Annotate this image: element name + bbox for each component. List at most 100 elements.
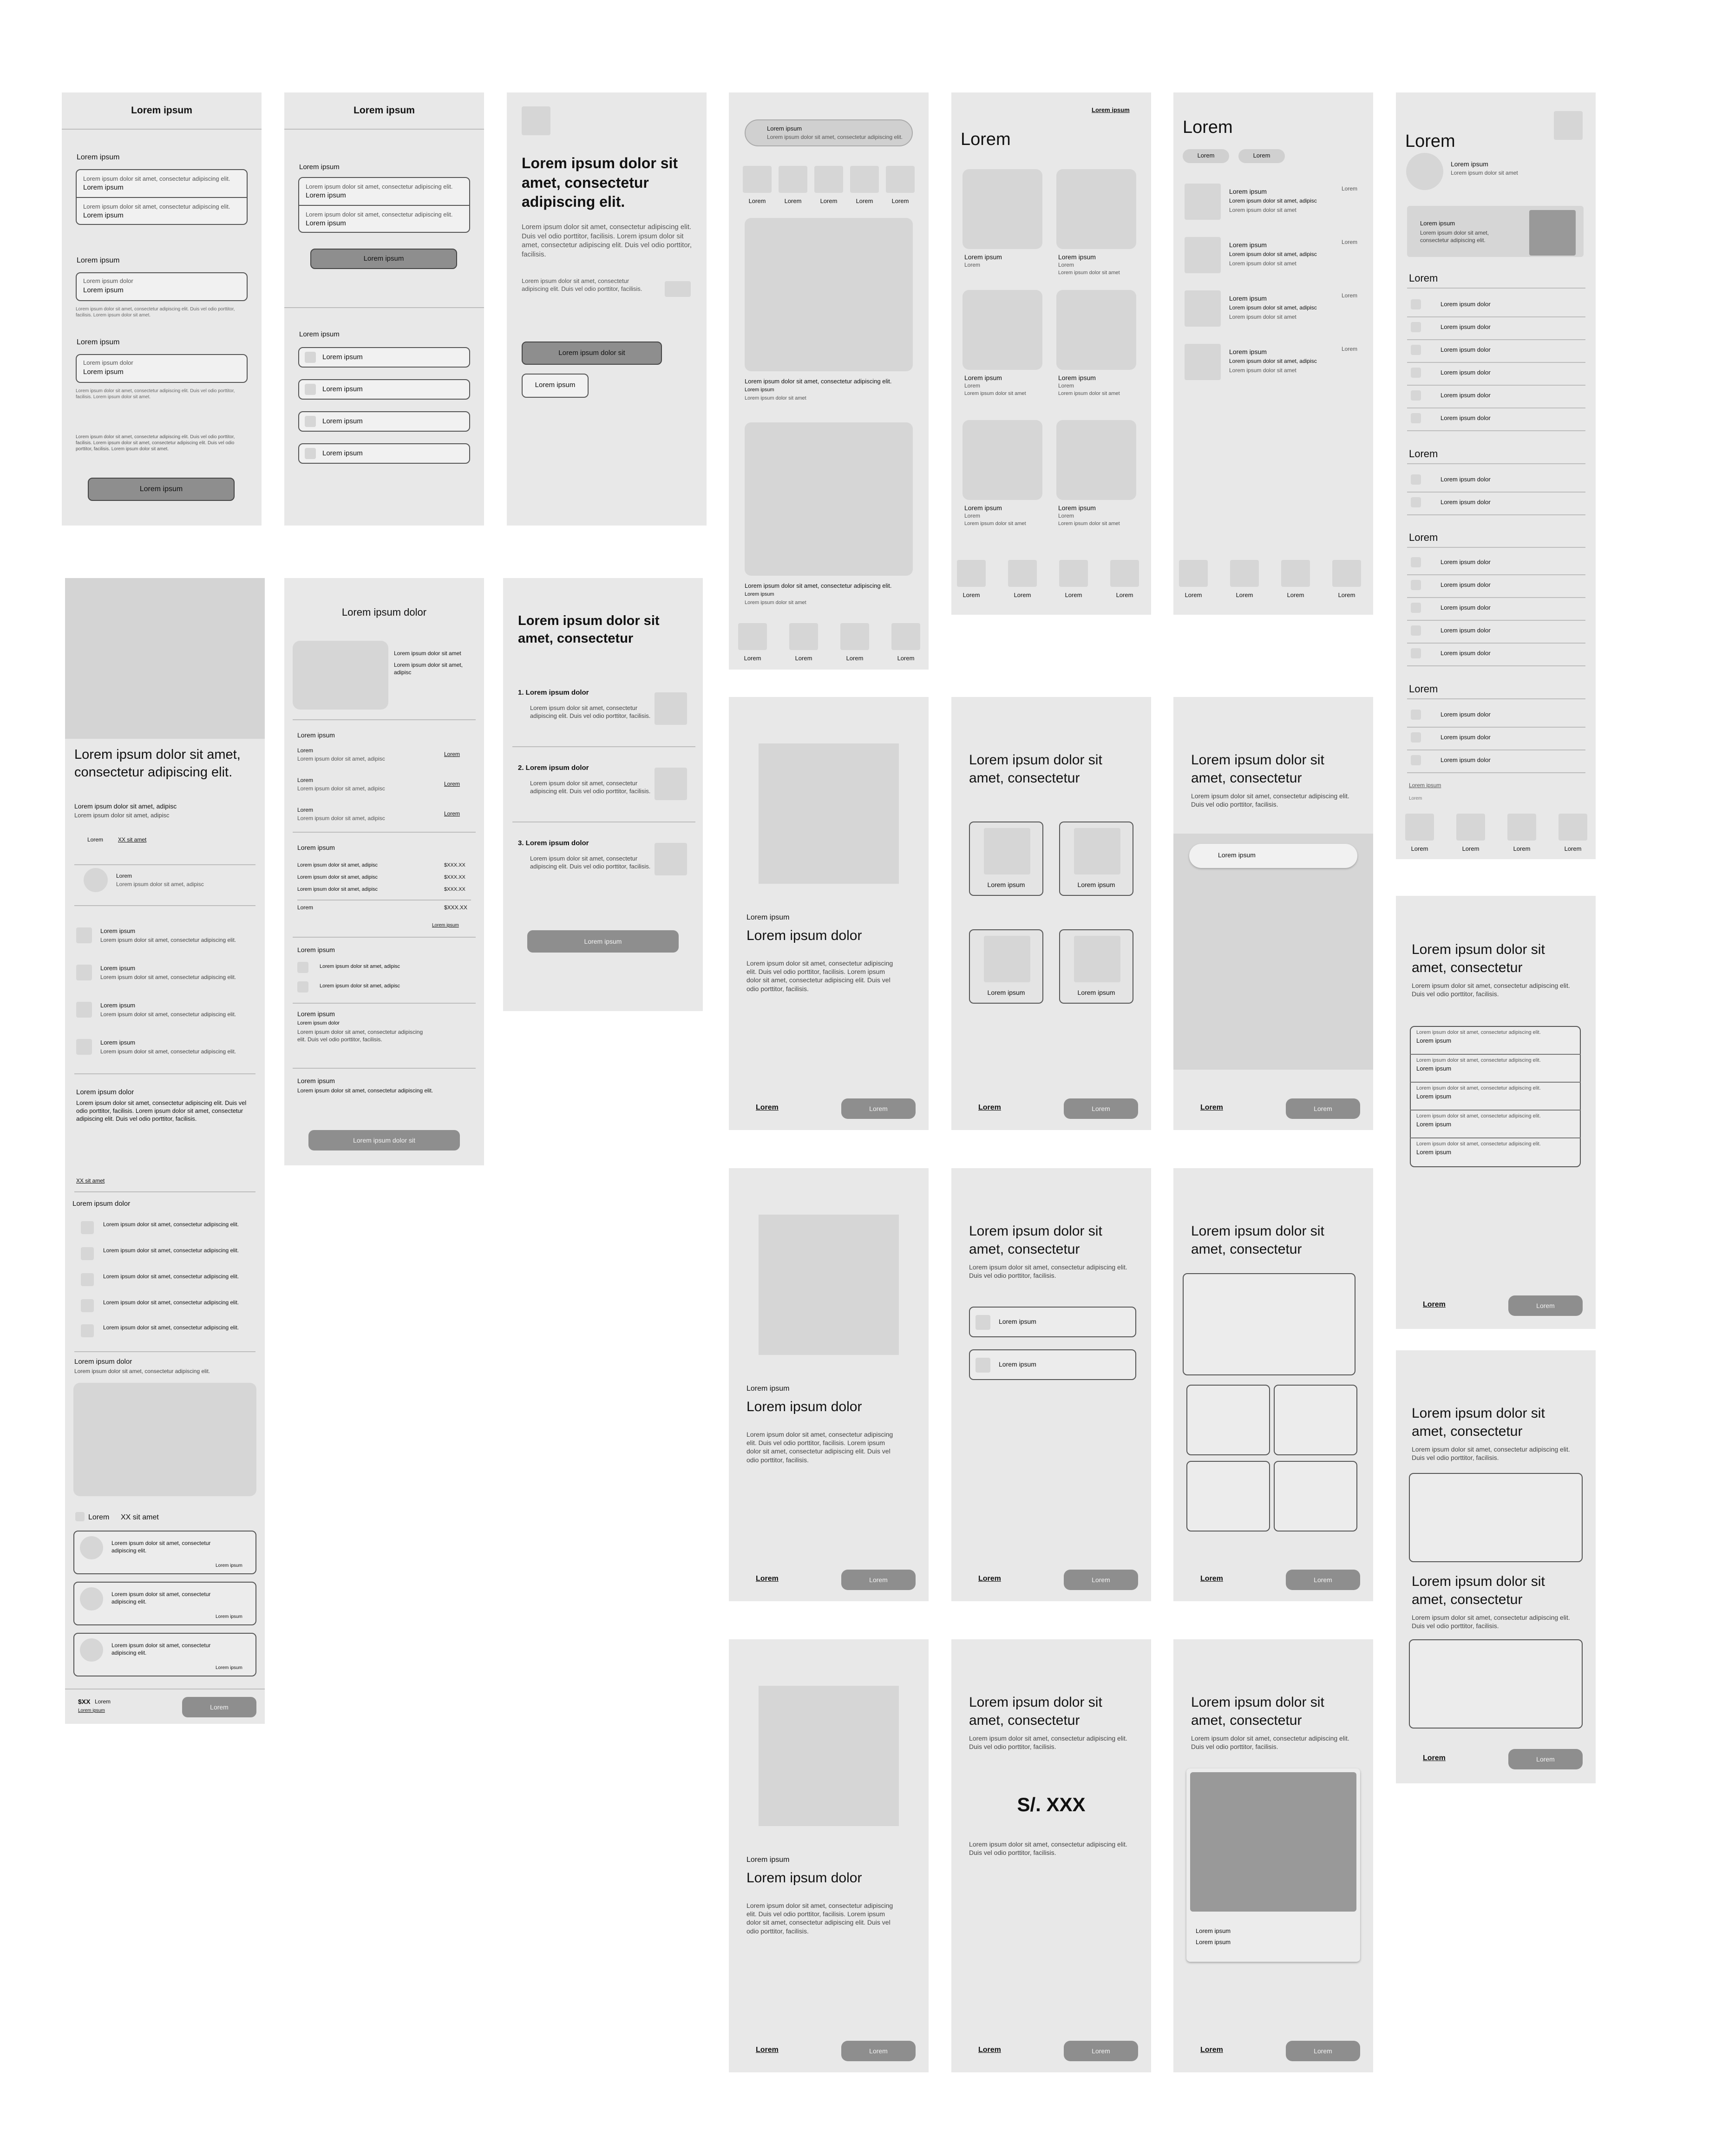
photo-slot-main[interactable] <box>1183 1273 1355 1375</box>
nav-icon[interactable] <box>738 623 767 650</box>
grid-item-image[interactable] <box>1056 420 1136 500</box>
checkbox[interactable] <box>976 1358 990 1373</box>
grid-item-image[interactable] <box>963 290 1042 370</box>
row-label[interactable]: Lorem ipsum dolor <box>1441 476 1491 483</box>
category-icon[interactable] <box>814 166 843 193</box>
row-label[interactable]: Lorem ipsum dolor <box>1441 581 1491 589</box>
grid-item-image[interactable] <box>963 169 1042 249</box>
row-label[interactable]: Lorem ipsum dolor <box>1441 559 1491 566</box>
photo-slot[interactable] <box>1274 1385 1357 1455</box>
next-button[interactable]: Lorem <box>841 2041 916 2061</box>
checkbox-option[interactable] <box>969 1307 1136 1337</box>
review-link[interactable]: Lorem ipsum <box>216 1563 242 1569</box>
nav-icon[interactable] <box>1110 560 1139 587</box>
row-label[interactable]: Lorem ipsum dolor <box>1441 392 1491 399</box>
skip-link[interactable]: Lorem <box>1423 1300 1446 1309</box>
nav-icon[interactable] <box>1332 560 1361 587</box>
row-label[interactable]: Lorem ipsum dolor <box>1441 604 1491 611</box>
checkbox[interactable] <box>305 448 316 459</box>
row-label[interactable]: Lorem ipsum dolor <box>1441 734 1491 741</box>
feed-card-image[interactable] <box>745 422 913 576</box>
nav-icon[interactable] <box>789 623 818 650</box>
checkbox-option[interactable] <box>969 1349 1136 1380</box>
skip-link[interactable]: Lorem <box>756 1103 779 1112</box>
row-label[interactable]: Lorem ipsum dolor <box>1441 369 1491 376</box>
read-more-link[interactable]: XX sit amet <box>76 1177 105 1184</box>
category-icon[interactable] <box>886 166 915 193</box>
grid-item-image[interactable] <box>1056 290 1136 370</box>
skip-link[interactable]: Lorem <box>756 2045 779 2055</box>
nav-icon[interactable] <box>1456 814 1485 841</box>
photo-slot[interactable] <box>1274 1461 1357 1532</box>
nav-icon[interactable] <box>1507 814 1536 841</box>
row-label[interactable]: Lorem ipsum dolor <box>1441 301 1491 308</box>
skip-link[interactable]: Lorem <box>978 1103 1001 1112</box>
skip-link[interactable]: Lorem <box>1200 2045 1223 2055</box>
next-button[interactable]: Lorem <box>1508 1295 1583 1316</box>
review-link[interactable]: Lorem ipsum <box>216 1665 242 1671</box>
row-label[interactable]: Lorem ipsum dolor <box>1441 711 1491 718</box>
nav-icon[interactable] <box>1405 814 1434 841</box>
feed-card-image[interactable] <box>745 218 913 371</box>
next-button[interactable]: Lorem <box>1508 1749 1583 1769</box>
top-link[interactable]: Lorem ipsum <box>1092 106 1130 114</box>
submit-button[interactable]: Lorem ipsum <box>88 478 235 501</box>
nav-icon[interactable] <box>1008 560 1037 587</box>
photo-slot[interactable] <box>1186 1385 1270 1455</box>
row-label[interactable]: Lorem ipsum dolor <box>1441 756 1491 764</box>
textarea[interactable] <box>1409 1639 1583 1729</box>
nav-icon[interactable] <box>957 560 986 587</box>
primary-button[interactable]: Lorem ipsum <box>310 249 457 269</box>
checkbox[interactable] <box>305 384 316 395</box>
nav-icon[interactable] <box>840 623 869 650</box>
skip-link[interactable]: Lorem <box>1200 1103 1223 1112</box>
confirm-button[interactable]: Lorem ipsum dolor sit <box>308 1130 460 1150</box>
next-button[interactable]: Lorem <box>1286 1098 1360 1119</box>
grid-item-image[interactable] <box>963 420 1042 500</box>
row-label[interactable]: Lorem ipsum dolor <box>1441 499 1491 506</box>
category-icon[interactable] <box>779 166 807 193</box>
textarea[interactable] <box>1409 1473 1583 1562</box>
nav-icon[interactable] <box>1281 560 1310 587</box>
category-icon[interactable] <box>850 166 879 193</box>
nav-icon[interactable] <box>1230 560 1259 587</box>
footer-link[interactable]: Lorem ipsum <box>1409 782 1441 789</box>
continue-button[interactable]: Lorem ipsum <box>527 930 679 953</box>
skip-link[interactable]: Lorem <box>756 1574 779 1584</box>
checkbox[interactable] <box>305 416 316 427</box>
search-bar[interactable] <box>745 119 913 146</box>
nav-icon[interactable] <box>891 623 920 650</box>
row-label[interactable]: Lorem ipsum dolor <box>1441 414 1491 422</box>
next-button[interactable]: Lorem <box>841 1570 916 1590</box>
category-icon[interactable] <box>743 166 772 193</box>
skip-link[interactable]: Lorem <box>1200 1574 1223 1584</box>
row-label[interactable]: Lorem ipsum dolor <box>1441 650 1491 657</box>
search-input[interactable] <box>1189 844 1357 868</box>
next-button[interactable]: Lorem <box>1064 1098 1138 1119</box>
skip-link[interactable]: Lorem <box>1423 1754 1446 1763</box>
nav-icon[interactable] <box>1179 560 1208 587</box>
price-display[interactable]: S/. XXX <box>951 1793 1151 1817</box>
row-label[interactable]: Lorem ipsum dolor <box>1441 627 1491 634</box>
checkbox[interactable] <box>305 352 316 363</box>
primary-button[interactable]: Lorem ipsum dolor sit <box>522 342 662 365</box>
map-placeholder[interactable] <box>73 1383 256 1496</box>
edit-link[interactable]: Lorem <box>444 810 460 817</box>
row-label[interactable]: Lorem ipsum dolor <box>1441 323 1491 331</box>
checkbox[interactable] <box>297 981 308 993</box>
breakdown-link[interactable]: Lorem ipsum <box>432 923 459 929</box>
map-area[interactable] <box>1173 834 1373 1070</box>
next-button[interactable]: Lorem <box>1064 2041 1138 2061</box>
next-button[interactable]: Lorem <box>841 1098 916 1119</box>
grid-item-image[interactable] <box>1056 169 1136 249</box>
edit-link[interactable]: Lorem <box>444 751 460 758</box>
next-button[interactable]: Lorem <box>1286 2041 1360 2061</box>
photo-slot[interactable] <box>1186 1461 1270 1532</box>
review-link[interactable]: Lorem ipsum <box>216 1614 242 1620</box>
checkbox[interactable] <box>297 962 308 973</box>
nav-icon[interactable] <box>1059 560 1088 587</box>
skip-link[interactable]: Lorem <box>978 2045 1001 2055</box>
next-button[interactable]: Lorem <box>1064 1570 1138 1590</box>
skip-link[interactable]: Lorem <box>978 1574 1001 1584</box>
checkbox[interactable] <box>976 1315 990 1330</box>
